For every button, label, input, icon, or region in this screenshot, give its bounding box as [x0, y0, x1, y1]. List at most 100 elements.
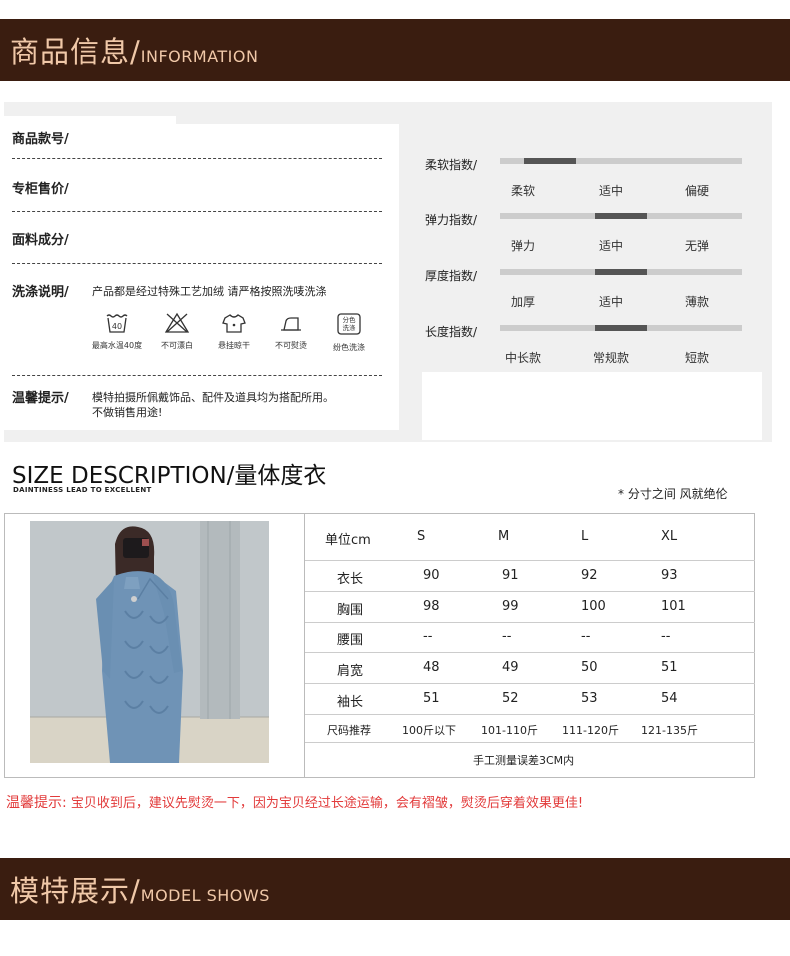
shipping-tip: 温馨提示: 宝贝收到后，建议先熨烫一下，因为宝贝经过长途运输，会有褶皱，熨烫后穿… [6, 792, 583, 812]
tip-value: 模特拍摄所佩戴饰品、配件及道具均为搭配所用。 [92, 391, 334, 404]
size-table-row: 腰围 -- -- -- -- [305, 623, 755, 653]
index-title: 厚度指数/ [425, 269, 478, 283]
size-cell: 尺码推荐 [327, 724, 371, 737]
index-length: 长度指数/ 中长款 常规款 短款 [425, 323, 755, 365]
size-cell: 92 [581, 568, 598, 583]
wash-item-hang-dry: 悬挂晾干 [205, 312, 263, 351]
model-banner-cn: 模特展示/ [10, 874, 141, 908]
size-table: 单位cm S M L XL 衣长 90 91 92 93 胸围 98 99 10… [304, 513, 755, 778]
wash-item-40: 40 最高水温40度 [88, 312, 146, 351]
model-illustration [30, 521, 269, 763]
index-track [500, 325, 742, 331]
size-title: SIZE DESCRIPTION/量体度衣 [12, 463, 327, 489]
size-header-cell: XL [661, 529, 678, 544]
shipping-tip-label: 温馨提示: [6, 795, 67, 811]
index-option: 薄款 [685, 295, 710, 309]
index-track [500, 213, 742, 219]
index-option: 适中 [599, 184, 624, 198]
index-fill [595, 325, 647, 331]
size-cell: 98 [423, 599, 440, 614]
index-option: 弹力 [511, 239, 536, 253]
info-blank-box [422, 372, 762, 440]
index-option: 常规款 [593, 351, 630, 365]
size-table-header: 单位cm S M L XL [305, 513, 755, 561]
model-banner: 模特展示/MODEL SHOWS [0, 858, 790, 920]
size-cell: 52 [502, 691, 519, 706]
size-cell: 54 [661, 691, 678, 706]
separate-wash-icon: 分色 洗涤 [337, 313, 361, 335]
size-table-row: 肩宽 48 49 50 51 [305, 653, 755, 684]
size-cell: 肩宽 [337, 664, 364, 679]
index-track [500, 158, 742, 164]
info-banner-cn: 商品信息/ [10, 35, 141, 69]
size-cell: 50 [581, 660, 598, 675]
size-cell: 100斤以下 [402, 724, 456, 737]
size-cell: 90 [423, 568, 440, 583]
size-header-cell: S [417, 529, 426, 544]
size-cell: 101 [661, 599, 686, 614]
wash-item-no-iron: 不可熨烫 [262, 312, 320, 351]
size-cell: 93 [661, 568, 678, 583]
info-banner-en: INFORMATION [140, 47, 259, 66]
index-elasticity: 弹力指数/ 弹力 适中 无弹 [425, 211, 755, 253]
info-banner-title: 商品信息/INFORMATION [10, 29, 258, 71]
size-cell: 53 [581, 691, 598, 706]
no-bleach-icon [164, 312, 190, 333]
wash-icons: 40 最高水温40度 不可漂白 悬挂晾干 不可熨烫 分色 洗涤 纷色洗涤 [86, 312, 374, 368]
size-cell: -- [661, 629, 671, 644]
index-softness: 柔软指数/ 柔软 适中 偏硬 [425, 156, 755, 198]
size-note: * 分寸之间 风就绝伦 [618, 487, 728, 501]
washing-label: 洗涤说明/ [12, 285, 69, 300]
info-row-style-no: 商品款号/ [12, 128, 382, 159]
size-cell: 101-110斤 [481, 724, 538, 737]
info-row-fabric: 面料成分/ [12, 229, 382, 264]
size-cell: 51 [661, 660, 678, 675]
index-track [500, 269, 742, 275]
size-table-row: 衣长 90 91 92 93 [305, 561, 755, 592]
size-header-cell: L [581, 529, 589, 544]
size-cell: 100 [581, 599, 606, 614]
size-cell: 袖长 [337, 695, 364, 710]
index-option: 适中 [599, 295, 624, 309]
wash-40-text: 40 [112, 322, 122, 331]
index-option: 偏硬 [685, 184, 710, 198]
info-row-price: 专柜售价/ [12, 178, 382, 212]
size-header-cell: M [498, 529, 510, 544]
tip-value-2: 不做销售用途! [92, 406, 163, 419]
style-no-label: 商品款号/ [12, 132, 69, 147]
index-option: 中长款 [505, 351, 542, 365]
shipping-tip-text: 宝贝收到后，建议先熨烫一下，因为宝贝经过长途运输，会有褶皱，熨烫后穿着效果更佳! [70, 796, 584, 811]
size-cell: 腰围 [337, 633, 364, 648]
size-cell: 121-135斤 [641, 724, 698, 737]
fabric-label: 面料成分/ [12, 233, 69, 248]
size-cell: -- [423, 629, 433, 644]
size-cell: 91 [502, 568, 519, 583]
size-cell: 48 [423, 660, 440, 675]
size-header-cell: 单位cm [325, 533, 371, 548]
wash-caption: 不可熨烫 [275, 341, 307, 350]
index-option: 适中 [599, 239, 624, 253]
size-cell: 51 [423, 691, 440, 706]
no-iron-icon [281, 317, 301, 331]
info-banner: 商品信息/INFORMATION [0, 19, 790, 81]
index-title: 弹力指数/ [425, 213, 478, 227]
index-thickness: 厚度指数/ 加厚 适中 薄款 [425, 267, 755, 309]
size-cell: -- [581, 629, 591, 644]
tip-label: 温馨提示/ [12, 391, 69, 406]
wash-caption: 不可漂白 [161, 341, 193, 350]
index-title: 长度指数/ [425, 325, 478, 339]
size-table-footer: 手工测量误差3CM内 [305, 743, 755, 777]
index-option: 柔软 [511, 184, 536, 198]
size-table-recommend-row: 尺码推荐 100斤以下 101-110斤 111-120斤 121-135斤 [305, 715, 755, 743]
washing-value: 产品都是经过特殊工艺加绒 请严格按照洗唛洗涤 [92, 285, 327, 298]
index-fill [595, 269, 647, 275]
info-row-tip: 温馨提示/ 模特拍摄所佩戴饰品、配件及道具均为搭配所用。 不做销售用途! [12, 385, 382, 430]
size-subtitle: DAINTINESS LEAD TO EXCELLENT [13, 486, 152, 494]
index-option: 无弹 [685, 239, 710, 253]
separate-wash-text-2: 洗涤 [343, 323, 357, 332]
indices-panel: 柔软指数/ 柔软 适中 偏硬 弹力指数/ 弹力 适中 无弹 厚度指数/ 加厚 适… [420, 125, 765, 375]
size-cell: 99 [502, 599, 519, 614]
size-table-row: 胸围 98 99 100 101 [305, 592, 755, 623]
model-banner-en: MODEL SHOWS [140, 886, 270, 905]
size-cell: 111-120斤 [562, 724, 619, 737]
